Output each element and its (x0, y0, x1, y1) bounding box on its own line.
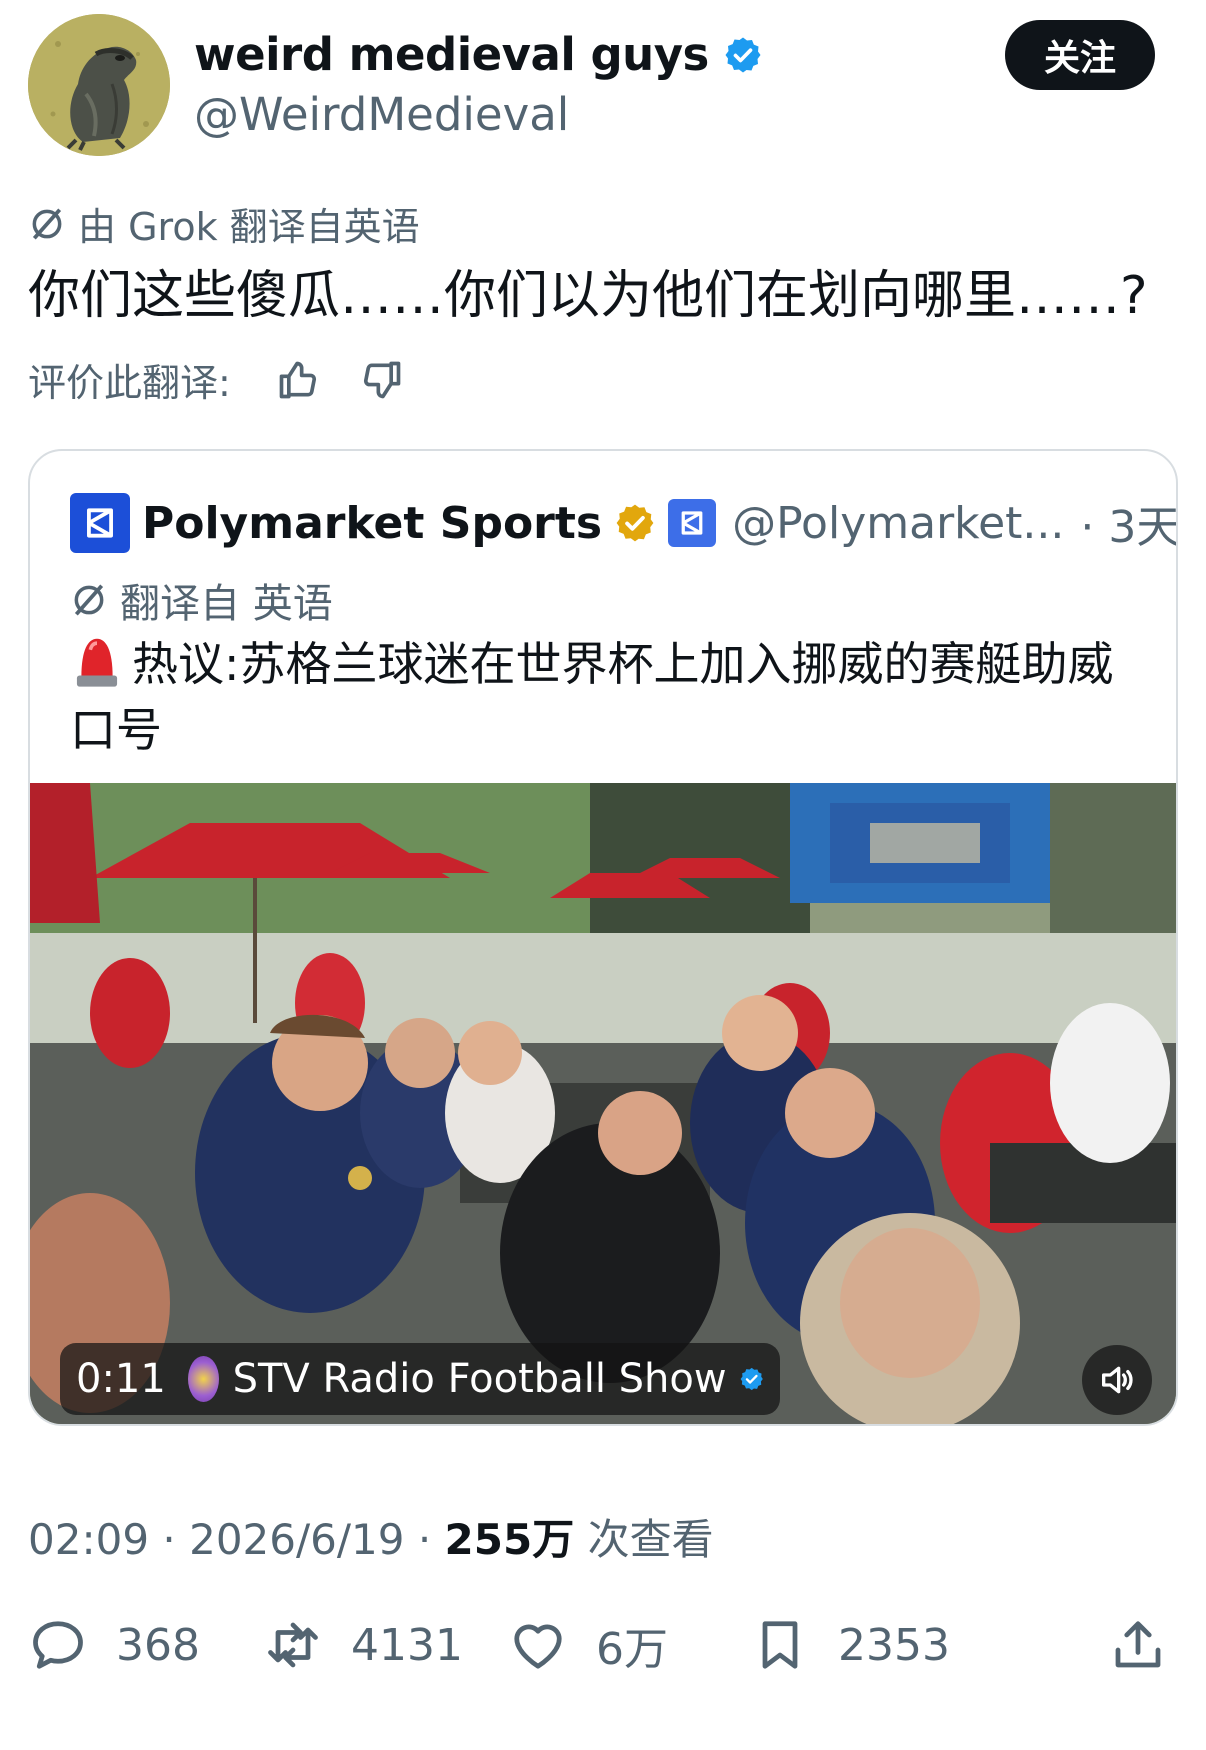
grok-translation-label: 由 Grok 翻译自英语 (28, 196, 420, 251)
affiliate-badge (668, 499, 717, 547)
like-count: 6万 (596, 1624, 668, 1675)
quoted-author-handle[interactable]: @Polymarket... (732, 498, 1064, 549)
share-button[interactable] (1108, 1610, 1168, 1680)
views-label: 次查看 (587, 1515, 714, 1564)
repost-count: 4131 (351, 1619, 463, 1671)
bookmark-icon (762, 1621, 798, 1669)
author-handle[interactable]: @WeirdMedieval (194, 88, 569, 141)
verified-badge-icon (740, 1367, 763, 1391)
video-player[interactable]: 0:11 STV Radio Football Show (30, 783, 1176, 1424)
thumbs-down-icon (363, 361, 401, 398)
polymarket-avatar[interactable] (70, 493, 130, 553)
reply-button[interactable]: 368 (28, 1610, 200, 1680)
mute-button[interactable] (1082, 1345, 1152, 1415)
repost-button[interactable]: 4131 (263, 1610, 463, 1680)
grok-icon (74, 584, 104, 616)
tweet-meta: 02:09 · 2026/6/19 · 255万 次查看 (28, 1515, 714, 1564)
quoted-tweet-time[interactable]: · 3天 (1080, 491, 1176, 555)
video-source-name: STV Radio Football Show (232, 1356, 727, 1402)
heart-icon (514, 1624, 562, 1669)
translated-by-text: 由 Grok 翻译自英语 (78, 205, 420, 249)
quoted-tweet-card[interactable]: Polymarket Sports @Polymarket... · 3天 翻译… (28, 449, 1178, 1426)
video-timestamp: 0:11 (76, 1356, 166, 1402)
action-bar: 368 4131 6万 2353 (28, 1610, 1178, 1680)
author-name-row[interactable]: weird medieval guys (194, 28, 763, 81)
video-frame-image (30, 783, 1176, 1424)
quoted-tweet-header: Polymarket Sports @Polymarket... · 3天 (70, 491, 1176, 555)
reply-count: 368 (116, 1619, 200, 1671)
author-display-name[interactable]: weird medieval guys (194, 28, 709, 81)
rate-translation-row: 评价此翻译: (28, 352, 405, 407)
tweet-text: 你们这些傻瓜……你们以为他们在划向哪里……? (28, 266, 1148, 326)
grok-icon (32, 207, 62, 240)
gold-verified-badge-icon (616, 504, 654, 542)
polymarket-logo-icon (87, 508, 113, 538)
quoted-translated-text: 翻译自 英语 (120, 581, 333, 627)
thumbs-up-button[interactable] (275, 357, 321, 403)
like-button[interactable]: 6万 (508, 1610, 668, 1680)
thumbs-down-button[interactable] (359, 357, 405, 403)
reply-icon (33, 1621, 83, 1669)
speaker-icon (1102, 1366, 1133, 1394)
quoted-translation-label: 翻译自 英语 (70, 571, 333, 629)
follow-button[interactable]: 关注 (1005, 20, 1155, 90)
author-avatar[interactable] (28, 14, 170, 156)
video-caption-bar: 0:11 STV Radio Football Show (60, 1343, 780, 1415)
repost-icon (268, 1622, 318, 1668)
tweet-date[interactable]: 2026/6/19 (189, 1515, 404, 1564)
frog-avatar-icon (28, 14, 170, 156)
tweet-time[interactable]: 02:09 (28, 1515, 149, 1564)
share-icon (1115, 1621, 1161, 1668)
views-count: 255万 (444, 1515, 575, 1564)
stv-radio-avatar-icon (187, 1356, 219, 1402)
thumbs-up-icon (279, 361, 316, 398)
quoted-tweet-body: 热议:苏格兰球迷在世界杯上加入挪威的赛艇助威口号 (70, 637, 1114, 757)
quoted-author-name[interactable]: Polymarket Sports (142, 498, 602, 549)
quoted-tweet-text: 热议:苏格兰球迷在世界杯上加入挪威的赛艇助威口号 (70, 631, 1130, 763)
rate-translation-label: 评价此翻译: (28, 361, 231, 405)
polymarket-affiliate-icon (681, 511, 703, 535)
bookmark-button[interactable]: 2353 (750, 1610, 950, 1680)
bookmark-count: 2353 (838, 1619, 950, 1671)
verified-badge-icon (725, 37, 761, 72)
siren-emoji-icon (76, 638, 118, 687)
